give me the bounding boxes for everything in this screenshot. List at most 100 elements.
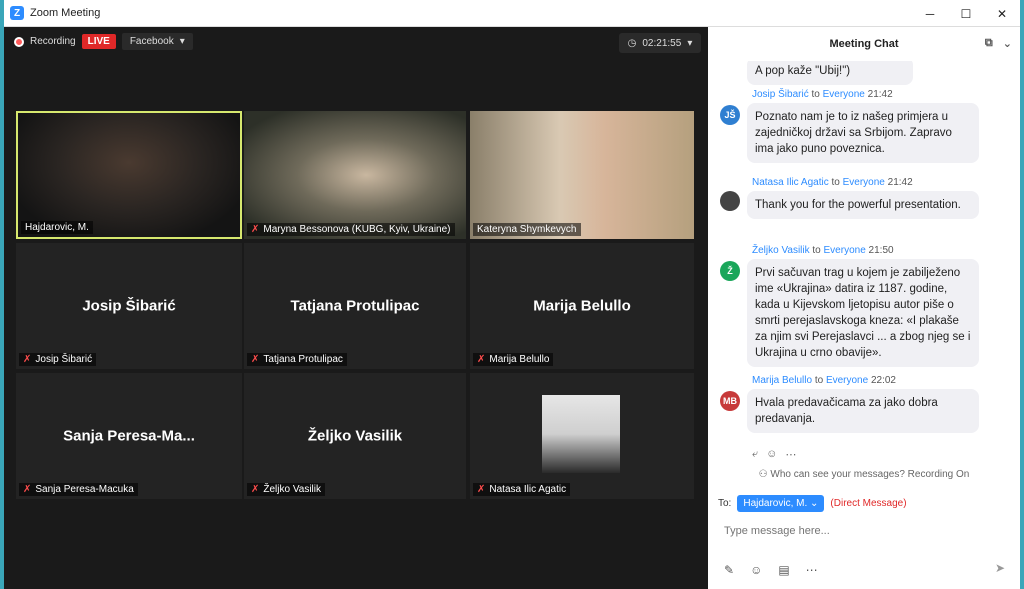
message-sender: Natasa Ilic Agatic [752, 177, 829, 188]
maximize-icon[interactable]: ☐ [948, 0, 984, 27]
participant-name: Hajdarovic, M. [25, 222, 89, 233]
meeting-timer[interactable]: ◷ 02:21:55 ▾ [619, 33, 701, 53]
file-icon[interactable]: ▤ [778, 563, 789, 577]
message-target: Everyone [825, 375, 869, 386]
video-tile-vasilik[interactable]: Željko Vasilik ✗ Željko Vasilik [244, 373, 466, 499]
participant-name: Maryna Bessonova (KUBG, Kyiv, Ukraine) [263, 224, 451, 235]
recipient-dropdown[interactable]: Hajdarovic, M. ⌄ [737, 495, 825, 512]
participant-label: ✗ Željko Vasilik [247, 483, 325, 496]
message-header: Željko Vasilik to Everyone 21:50 [752, 245, 894, 256]
message-to: to [814, 375, 824, 386]
participant-center-name: Tatjana Protulipac [290, 297, 420, 315]
participant-label: Kateryna Shymkevych [473, 223, 581, 236]
recipient-row: To: Hajdarovic, M. ⌄ (Direct Message) [718, 495, 907, 512]
to-label: To: [718, 498, 732, 509]
chevron-down-icon[interactable]: ⌄ [1003, 37, 1012, 50]
message-bubble: Prvi sačuvan trag u kojem je zabilježeno… [747, 259, 979, 367]
mic-muted-icon: ✗ [251, 354, 260, 365]
mic-muted-icon: ✗ [251, 224, 260, 235]
recording-icon [14, 36, 24, 47]
participant-profile-picture [542, 395, 620, 473]
window-controls: ─ ☐ ✕ [912, 0, 1020, 27]
participant-video [244, 111, 466, 239]
visibility-text: Who can see your messages? Recording On [770, 469, 970, 480]
avatar: JŠ [720, 105, 740, 125]
participant-name: Željko Vasilik [263, 484, 321, 495]
video-tile-hajdarovic[interactable]: Hajdarovic, M. [16, 111, 242, 239]
chat-composer-tools: ✎ ☺ ▤ ⋯ [724, 563, 818, 577]
format-text-icon[interactable]: ✎ [724, 563, 734, 577]
participant-name: Kateryna Shymkevych [477, 224, 577, 235]
avatar [720, 191, 740, 211]
message-header: Marija Belullo to Everyone 22:02 [752, 375, 896, 386]
video-tile-shymkevych[interactable]: Kateryna Shymkevych [470, 111, 694, 239]
clock-icon: ◷ [627, 37, 637, 49]
recording-bar: Recording LIVE Facebook ▾ [14, 33, 193, 50]
chevron-down-icon: ▾ [687, 37, 693, 49]
message-time: 21:42 [887, 177, 913, 188]
mic-muted-icon: ✗ [23, 354, 32, 365]
minimize-icon[interactable]: ─ [912, 0, 948, 27]
message-bubble: A pop kaže "Ubij!") [747, 61, 913, 85]
close-icon[interactable]: ✕ [984, 0, 1020, 27]
participant-label: ✗ Natasa Ilic Agatic [473, 483, 571, 496]
chat-visibility-notice[interactable]: ⚇ Who can see your messages? Recording O… [708, 469, 1020, 487]
more-icon[interactable]: ⋯ [806, 563, 818, 577]
message-actions: ⤶ ☺ ⋯ [752, 448, 796, 461]
avatar: MB [720, 391, 740, 411]
chat-header: Meeting Chat ⧉ ⌄ [708, 27, 1020, 61]
mic-muted-icon: ✗ [251, 484, 260, 495]
more-icon[interactable]: ⋯ [785, 448, 796, 461]
message-time: 21:50 [868, 245, 894, 256]
window-title: Zoom Meeting [30, 7, 101, 19]
message-to: to [811, 89, 820, 100]
popout-icon[interactable]: ⧉ [985, 37, 993, 50]
participant-video [18, 113, 240, 237]
message-to: to [831, 177, 840, 188]
emoji-icon[interactable]: ☺ [750, 563, 762, 577]
avatar: Ž [720, 261, 740, 281]
message-target: Everyone [823, 245, 866, 256]
title-bar: Z Zoom Meeting ─ ☐ ✕ [4, 0, 1020, 27]
participant-label: ✗ Josip Šibarić [19, 353, 97, 366]
message-target: Everyone [822, 89, 865, 100]
participant-name: Sanja Peresa-Macuka [35, 484, 134, 495]
participant-label: ✗ Maryna Bessonova (KUBG, Kyiv, Ukraine) [247, 223, 455, 236]
message-bubble: Poznato nam je to iz našeg primjera u za… [747, 103, 979, 163]
chat-title: Meeting Chat [829, 38, 899, 50]
video-tile-sibaric[interactable]: Josip Šibarić ✗ Josip Šibarić [16, 243, 242, 369]
people-icon: ⚇ [758, 469, 768, 480]
emoji-react-icon[interactable]: ☺ [766, 448, 777, 461]
live-badge[interactable]: LIVE [81, 34, 116, 49]
video-tile-bessonova[interactable]: ✗ Maryna Bessonova (KUBG, Kyiv, Ukraine) [244, 111, 466, 239]
participant-center-name: Željko Vasilik [307, 427, 403, 445]
timer-value: 02:21:55 [642, 37, 682, 49]
message-time: 21:42 [867, 89, 893, 100]
participant-name: Josip Šibarić [35, 354, 93, 365]
participant-name: Natasa Ilic Agatic [489, 484, 567, 495]
mic-muted-icon: ✗ [477, 484, 486, 495]
message-header: Natasa Ilic Agatic to Everyone 21:42 [752, 177, 913, 188]
zoom-window: Z Zoom Meeting ─ ☐ ✕ Recording LIVE Face… [4, 0, 1020, 589]
reply-icon[interactable]: ⤶ [752, 448, 758, 461]
message-sender: Željko Vasilik [752, 245, 810, 256]
mic-muted-icon: ✗ [23, 484, 32, 495]
stream-platform-dropdown[interactable]: Facebook ▾ [121, 33, 193, 50]
video-tile-peresa[interactable]: Sanja Peresa-Ma... ✗ Sanja Peresa-Macuka [16, 373, 242, 499]
direct-message-label: (Direct Message) [830, 498, 907, 509]
participant-center-name: Marija Belullo [533, 297, 631, 315]
participant-video [470, 111, 694, 239]
message-time: 22:02 [870, 375, 896, 386]
participant-center-name: Josip Šibarić [82, 297, 176, 315]
participant-label: ✗ Tatjana Protulipac [247, 353, 347, 366]
video-tile-agatic[interactable]: ✗ Natasa Ilic Agatic [470, 373, 694, 499]
message-header: Josip Šibarić to Everyone 21:42 [752, 89, 893, 100]
message-sender: Marija Belullo [752, 375, 813, 386]
video-tile-belullo[interactable]: Marija Belullo ✗ Marija Belullo [470, 243, 694, 369]
chat-message-input[interactable] [724, 521, 1004, 541]
participant-label: ✗ Marija Belullo [473, 353, 554, 366]
recipient-name: Hajdarovic, M. [743, 498, 808, 509]
send-icon[interactable]: ➤ [990, 561, 1010, 579]
video-tile-protulipac[interactable]: Tatjana Protulipac ✗ Tatjana Protulipac [244, 243, 466, 369]
participant-center-name: Sanja Peresa-Ma... [63, 427, 195, 445]
